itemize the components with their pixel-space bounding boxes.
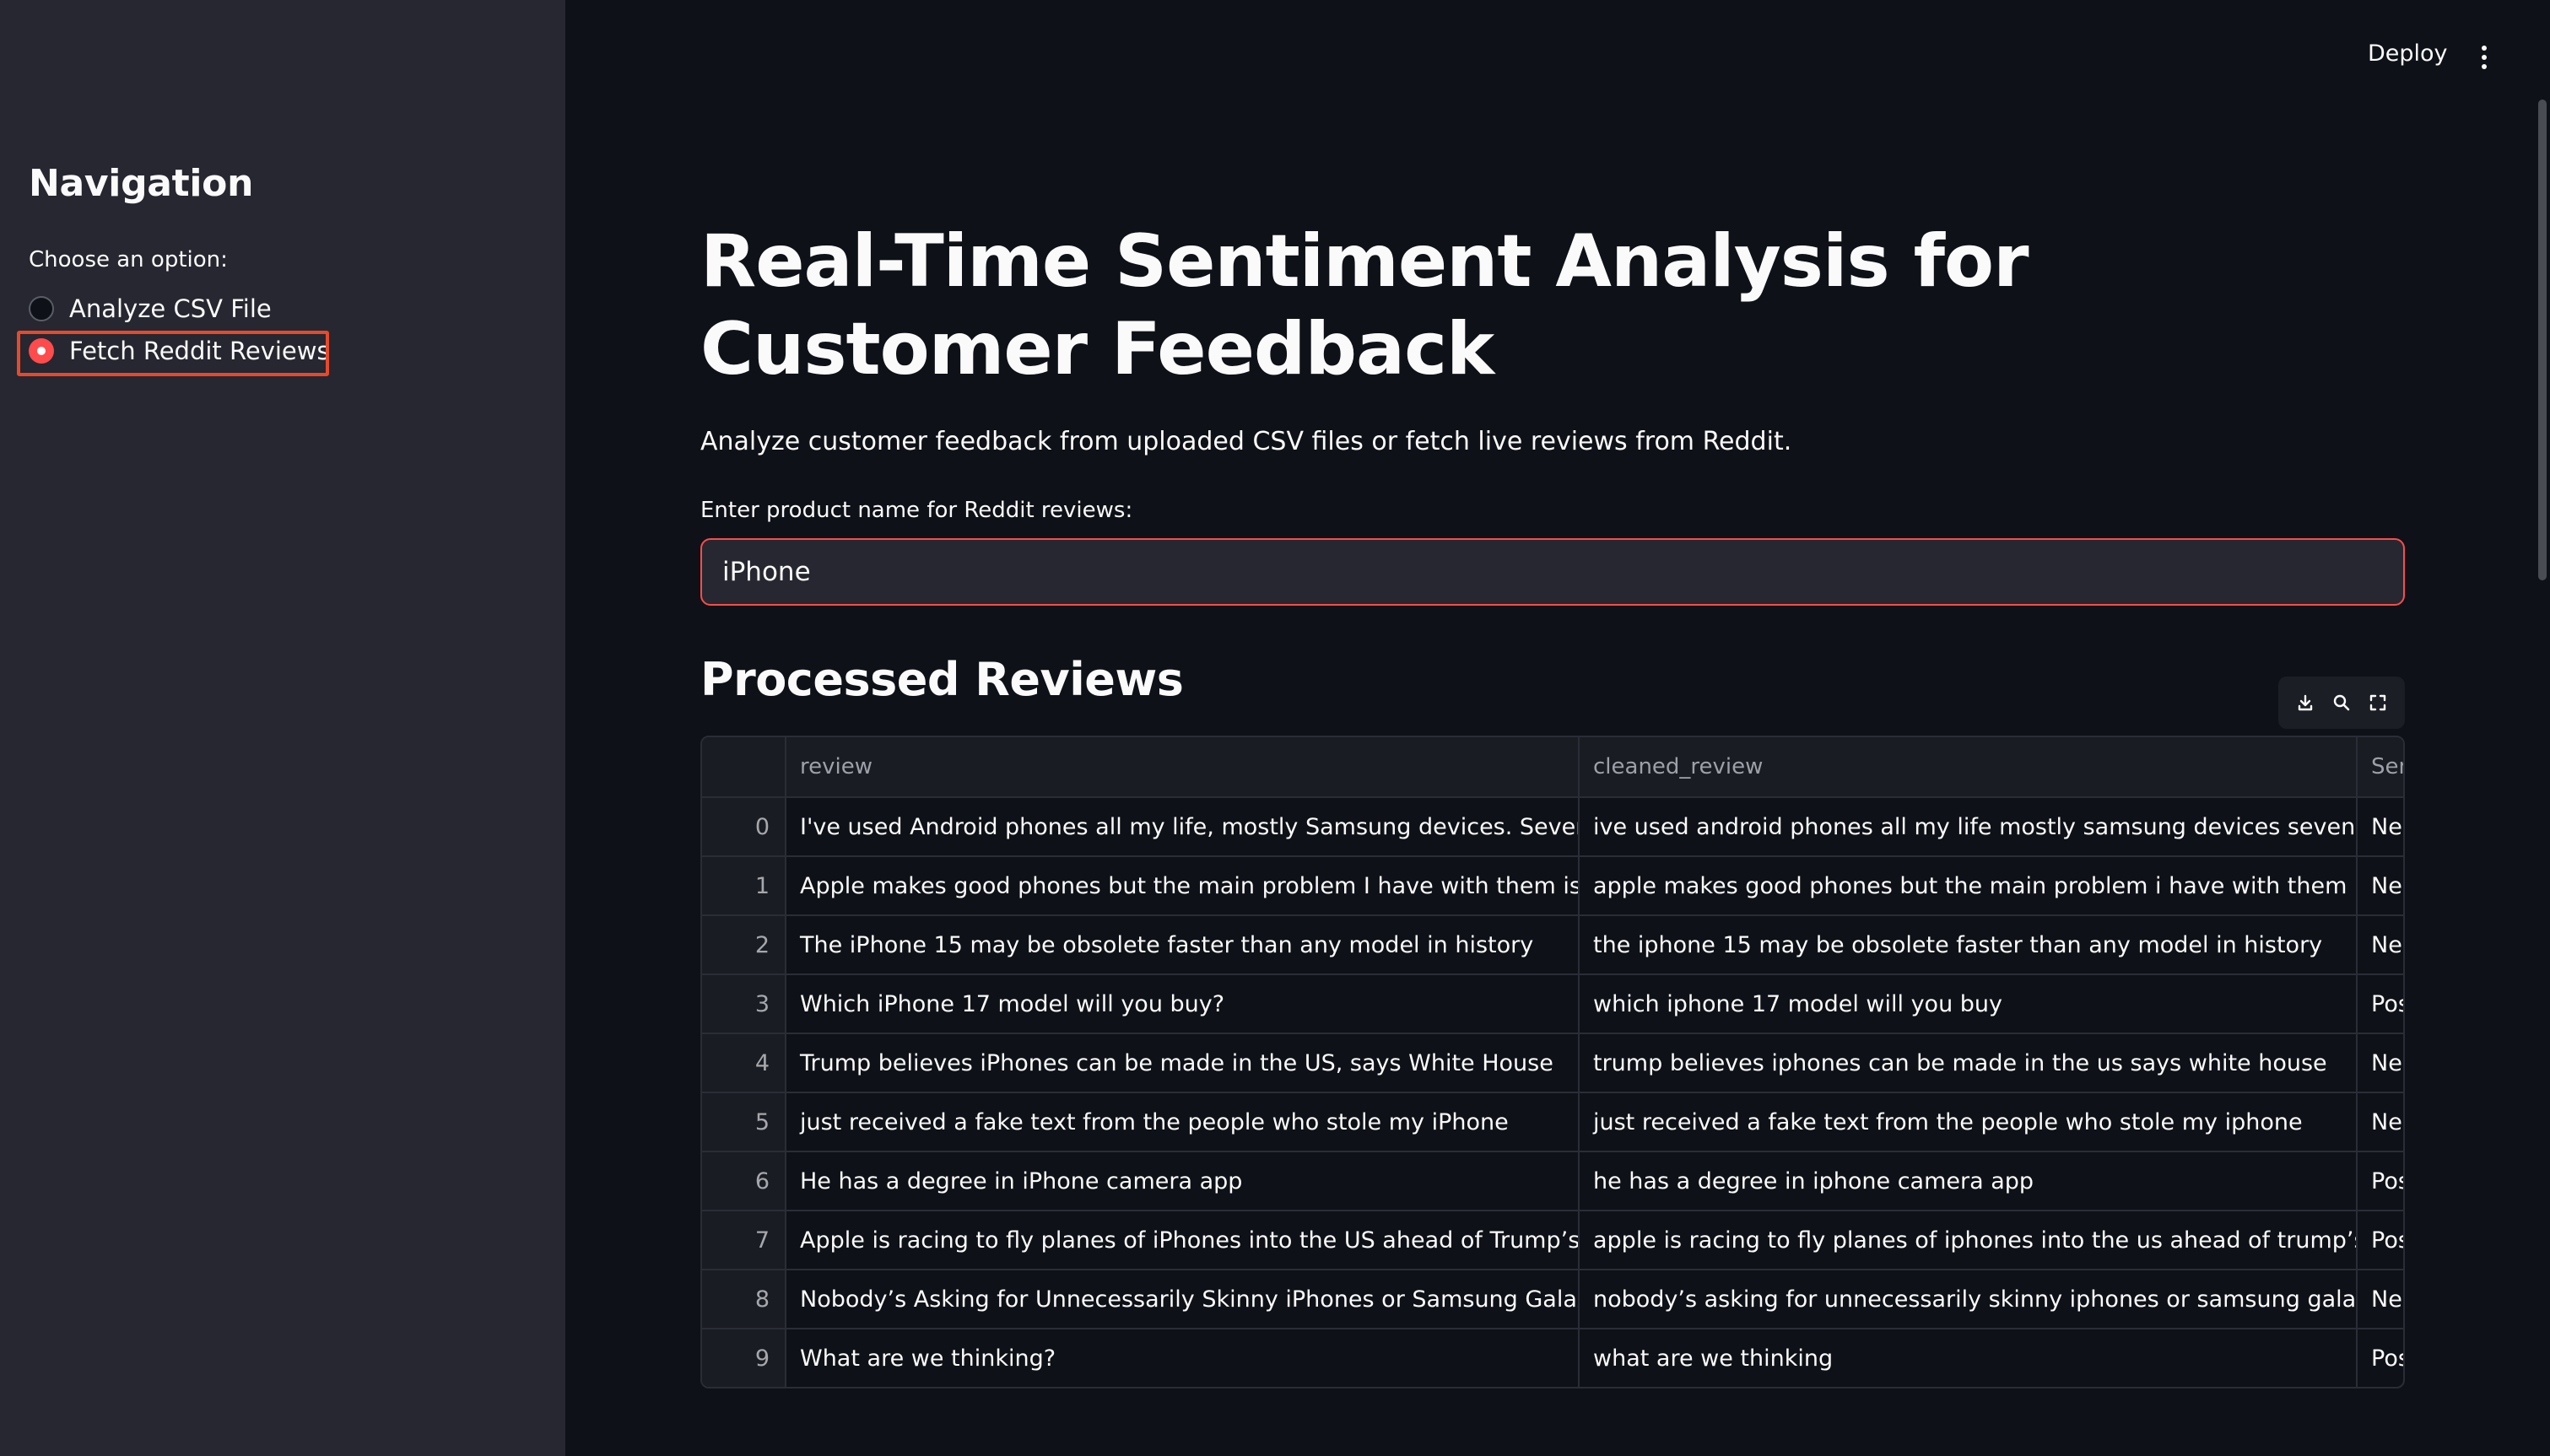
table-cell[interactable]: Neg [2358, 1093, 2403, 1152]
row-index-cell[interactable]: 8 [702, 1270, 786, 1329]
table-cell[interactable]: nobody’s asking for unnecessarily skinny… [1580, 1270, 2358, 1329]
table-cell[interactable]: The iPhone 15 may be obsolete faster tha… [786, 916, 1580, 975]
kebab-dot [2482, 46, 2487, 51]
table-cell[interactable]: just received a fake text from the peopl… [1580, 1093, 2358, 1152]
dataframe-toolbar [2278, 677, 2405, 729]
column-index-header[interactable] [702, 737, 786, 798]
table-cell[interactable]: apple makes good phones but the main pro… [1580, 857, 2358, 916]
fullscreen-icon[interactable] [2364, 688, 2392, 717]
app-window: Navigation Choose an option: Analyze CSV… [0, 0, 2550, 1456]
table-cell[interactable]: which iphone 17 model will you buy [1580, 975, 2358, 1034]
radio-analyze-csv[interactable]: Analyze CSV File [29, 289, 272, 329]
table-cell[interactable]: I've used Android phones all my life, mo… [786, 798, 1580, 857]
section-title: Processed Reviews [700, 653, 1184, 706]
table-cell[interactable]: Apple is racing to fly planes of iPhones… [786, 1211, 1580, 1270]
row-index-cell[interactable]: 1 [702, 857, 786, 916]
column-review-header[interactable]: review [786, 737, 1580, 798]
table-cell[interactable]: Neg [2358, 857, 2403, 916]
row-index-cell[interactable]: 3 [702, 975, 786, 1034]
table-cell[interactable]: What are we thinking? [786, 1329, 1580, 1387]
table-cell[interactable]: he has a degree in iphone camera app [1580, 1152, 2358, 1211]
page-subtitle: Analyze customer feedback from uploaded … [700, 427, 1792, 456]
table-cell[interactable]: Pos [2358, 1329, 2403, 1387]
deploy-button[interactable]: Deploy [2368, 40, 2448, 74]
table-cell[interactable]: Neg [2358, 916, 2403, 975]
row-index-cell[interactable]: 2 [702, 916, 786, 975]
row-index-cell[interactable]: 4 [702, 1034, 786, 1093]
table-cell[interactable]: Neg [2358, 1270, 2403, 1329]
row-index-cell[interactable]: 6 [702, 1152, 786, 1211]
radio-label-analyze-csv: Analyze CSV File [69, 294, 272, 323]
table-cell[interactable]: Trump believes iPhones can be made in th… [786, 1034, 1580, 1093]
radio-button-unchecked[interactable] [29, 296, 54, 321]
download-icon[interactable] [2291, 688, 2320, 717]
sidebar: Navigation Choose an option: Analyze CSV… [0, 0, 565, 1456]
kebab-dot [2482, 64, 2487, 69]
row-index-cell[interactable]: 0 [702, 798, 786, 857]
column-cleaned-review-header[interactable]: cleaned_review [1580, 737, 2358, 798]
table-cell[interactable]: Apple makes good phones but the main pro… [786, 857, 1580, 916]
kebab-dot [2482, 55, 2487, 60]
radio-group-label: Choose an option: [29, 247, 228, 272]
table-cell[interactable]: apple is racing to fly planes of iphones… [1580, 1211, 2358, 1270]
column-sentiment-header[interactable]: Sen [2358, 737, 2403, 798]
table-cell[interactable]: the iphone 15 may be obsolete faster tha… [1580, 916, 2358, 975]
table-cell[interactable]: ive used android phones all my life most… [1580, 798, 2358, 857]
table-cell[interactable]: Pos [2358, 975, 2403, 1034]
table-cell[interactable]: what are we thinking [1580, 1329, 2358, 1387]
row-index-cell[interactable]: 9 [702, 1329, 786, 1387]
table-cell[interactable]: trump believes iphones can be made in th… [1580, 1034, 2358, 1093]
row-index-cell[interactable]: 5 [702, 1093, 786, 1152]
table-cell[interactable]: Nobody’s Asking for Unnecessarily Skinny… [786, 1270, 1580, 1329]
product-name-input[interactable] [700, 538, 2405, 606]
page-title: Real-Time Sentiment Analysis for Custome… [700, 219, 2029, 391]
page-scrollbar[interactable] [2538, 100, 2547, 580]
table-cell[interactable]: Which iPhone 17 model will you buy? [786, 975, 1580, 1034]
search-icon[interactable] [2327, 688, 2356, 717]
table-cell[interactable]: Pos [2358, 1211, 2403, 1270]
sidebar-title: Navigation [29, 162, 254, 205]
product-input-label: Enter product name for Reddit reviews: [700, 498, 1133, 523]
reviews-dataframe[interactable]: reviewcleaned_reviewSen 0I've used Androi… [700, 736, 2405, 1389]
kebab-menu-icon[interactable] [2474, 40, 2494, 74]
table-cell[interactable]: He has a degree in iPhone camera app [786, 1152, 1580, 1211]
table-cell[interactable]: Pos [2358, 1152, 2403, 1211]
row-index-cell[interactable]: 7 [702, 1211, 786, 1270]
selection-highlight-box [17, 331, 329, 376]
table-cell[interactable]: Neg [2358, 1034, 2403, 1093]
table-cell[interactable]: just received a fake text from the peopl… [786, 1093, 1580, 1152]
table-cell[interactable]: Neg [2358, 798, 2403, 857]
